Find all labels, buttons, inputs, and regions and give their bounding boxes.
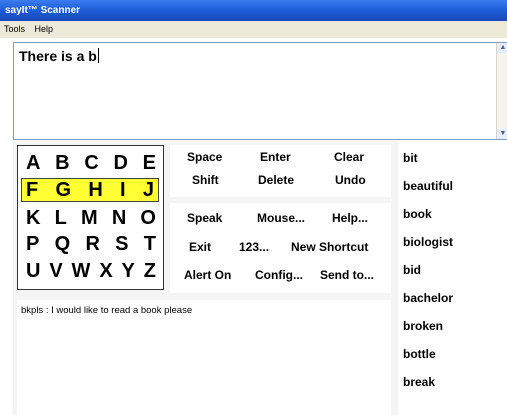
undo-button[interactable]: Undo (335, 173, 366, 187)
key-v[interactable]: V (49, 260, 62, 283)
text-editor[interactable]: There is a b ▲ ▼ (13, 42, 507, 140)
exit-button[interactable]: Exit (189, 240, 211, 254)
key-i[interactable]: I (120, 179, 126, 202)
clear-button[interactable]: Clear (334, 150, 364, 164)
key-j[interactable]: J (143, 179, 154, 202)
send-to-button[interactable]: Send to... (320, 268, 374, 282)
config-button[interactable]: Config... (255, 268, 303, 282)
key-p[interactable]: P (26, 233, 39, 256)
key-y[interactable]: Y (122, 260, 135, 283)
key-q[interactable]: Q (55, 233, 71, 256)
letter-row-5[interactable]: U V W X Y Z (22, 259, 160, 283)
key-x[interactable]: X (99, 260, 112, 283)
letter-row-3[interactable]: K L M N O (22, 206, 160, 230)
prediction-word[interactable]: biologist (403, 235, 453, 249)
speak-button[interactable]: Speak (187, 211, 222, 225)
enter-button[interactable]: Enter (260, 150, 291, 164)
word-prediction-list: bit beautiful book biologist bid bachelo… (398, 145, 507, 415)
menu-tools[interactable]: Tools (1, 21, 28, 38)
key-h[interactable]: H (88, 179, 102, 202)
prediction-word[interactable]: beautiful (403, 179, 453, 193)
editor-scrollbar[interactable]: ▲ ▼ (496, 43, 507, 139)
help-button[interactable]: Help... (332, 211, 368, 225)
letter-row-2-highlighted[interactable]: F G H I J (21, 178, 159, 202)
key-f[interactable]: F (26, 179, 38, 202)
letter-grid: A B C D E F G H I J K L M N O P Q R S T … (17, 145, 164, 290)
key-z[interactable]: Z (144, 260, 156, 283)
scroll-up-icon[interactable]: ▲ (497, 43, 507, 53)
editor-text: There is a b (19, 48, 97, 64)
mouse-button[interactable]: Mouse... (257, 211, 305, 225)
prediction-word[interactable]: break (403, 375, 435, 389)
prediction-word[interactable]: bit (403, 151, 418, 165)
key-a[interactable]: A (26, 152, 40, 175)
key-o[interactable]: O (140, 207, 156, 230)
delete-button[interactable]: Delete (258, 173, 294, 187)
prediction-word[interactable]: bachelor (403, 291, 453, 305)
key-t[interactable]: T (144, 233, 156, 256)
key-e[interactable]: E (143, 152, 156, 175)
key-c[interactable]: C (84, 152, 98, 175)
prediction-word[interactable]: bottle (403, 347, 436, 361)
key-g[interactable]: G (55, 179, 71, 202)
text-caret (97, 48, 99, 63)
prediction-word[interactable]: book (403, 207, 432, 221)
command-panel-bottom: Speak Mouse... Help... Exit 123... New S… (170, 203, 391, 293)
prediction-word[interactable]: bid (403, 263, 421, 277)
key-k[interactable]: K (26, 207, 40, 230)
window-title: sayIt™ Scanner (5, 5, 81, 16)
key-u[interactable]: U (26, 260, 40, 283)
new-shortcut-button[interactable]: New Shortcut (291, 240, 368, 254)
menu-help[interactable]: Help (32, 21, 57, 38)
key-r[interactable]: R (85, 233, 99, 256)
letter-row-4[interactable]: P Q R S T (22, 232, 160, 256)
shortcut-message[interactable]: bkpls : I would like to read a book plea… (21, 305, 192, 316)
space-button[interactable]: Space (187, 150, 222, 164)
prediction-word[interactable]: broken (403, 319, 443, 333)
alert-on-button[interactable]: Alert On (184, 268, 231, 282)
key-d[interactable]: D (113, 152, 127, 175)
shift-button[interactable]: Shift (192, 173, 219, 187)
key-s[interactable]: S (115, 233, 128, 256)
scroll-down-icon[interactable]: ▼ (497, 129, 507, 139)
key-l[interactable]: L (55, 207, 67, 230)
key-m[interactable]: M (81, 207, 98, 230)
window-title-bar: sayIt™ Scanner (0, 0, 507, 21)
key-n[interactable]: N (112, 207, 126, 230)
editor-text-line: There is a b (19, 48, 99, 64)
numbers-button[interactable]: 123... (239, 240, 269, 254)
menu-bar: Tools Help (0, 21, 507, 38)
key-b[interactable]: B (55, 152, 69, 175)
letter-row-1[interactable]: A B C D E (22, 151, 160, 175)
command-panel-top: Space Enter Clear Shift Delete Undo (170, 145, 391, 197)
shortcut-message-panel: bkpls : I would like to read a book plea… (17, 300, 391, 415)
key-w[interactable]: W (72, 260, 91, 283)
